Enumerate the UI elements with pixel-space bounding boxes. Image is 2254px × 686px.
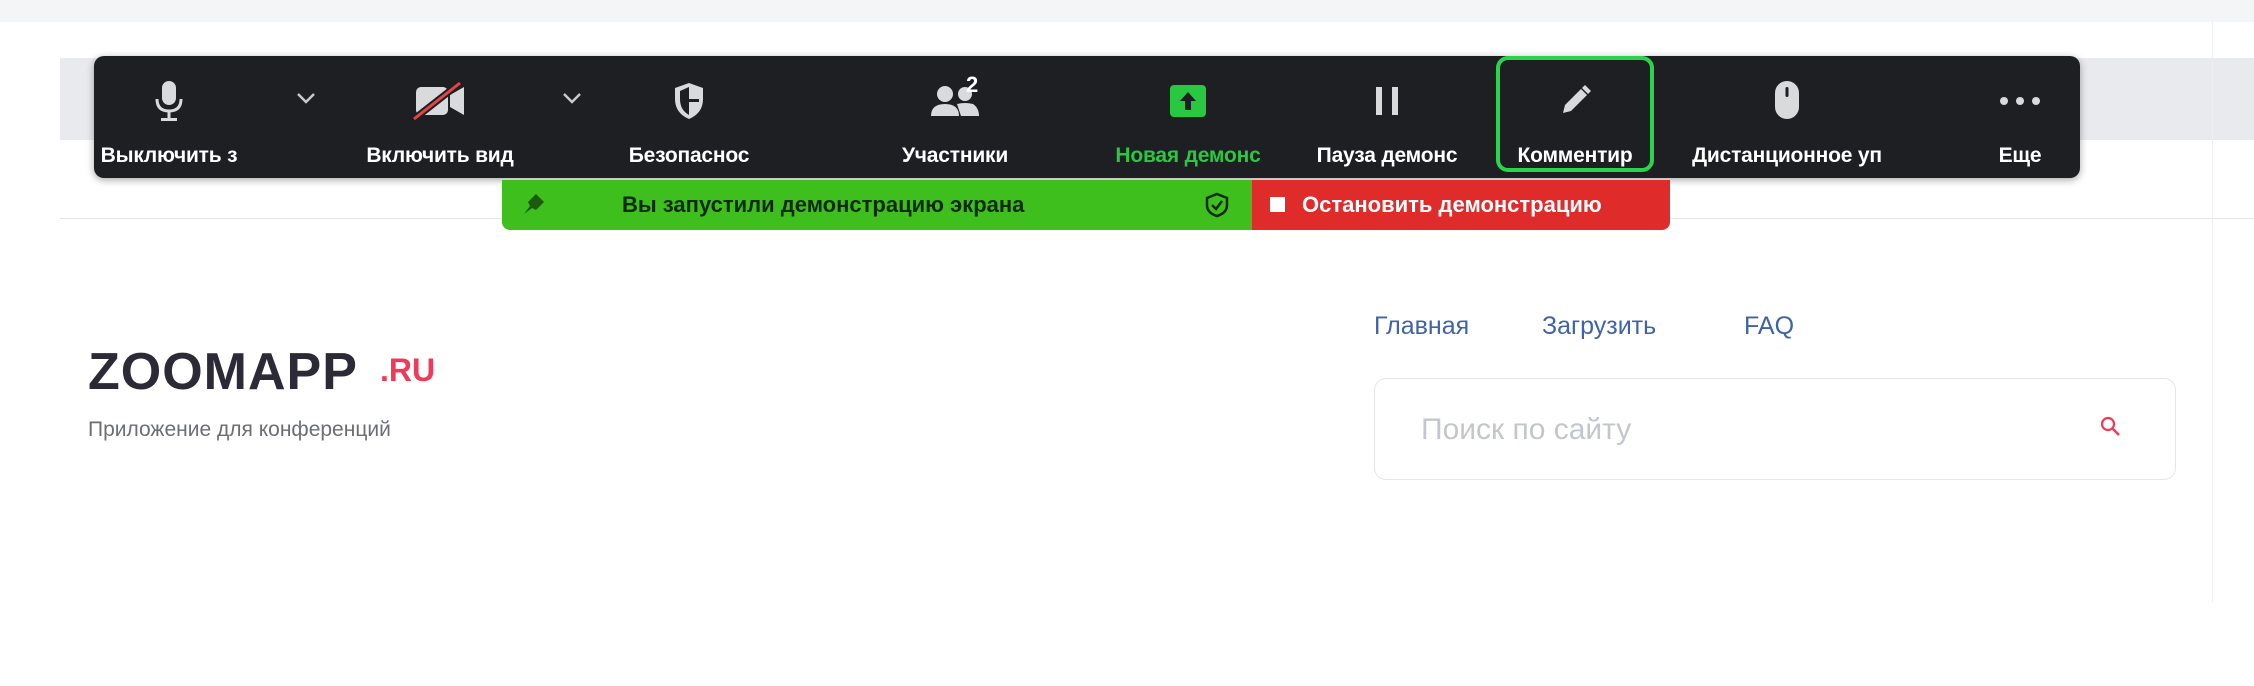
search-icon[interactable] <box>2099 415 2123 444</box>
mouse-icon <box>1668 76 1906 126</box>
pause-icon <box>1294 76 1480 126</box>
site-tagline: Приложение для конференций <box>88 418 391 441</box>
start-video-button[interactable]: Включить вид <box>340 56 540 178</box>
video-off-icon <box>340 76 540 126</box>
mute-button[interactable]: Выключить з <box>94 56 244 178</box>
pause-share-button[interactable]: Пауза демонс <box>1294 56 1480 178</box>
zoom-meeting-toolbar: Выключить з Включить вид Безопаснос 2 Уч… <box>94 56 2080 178</box>
more-icon <box>1970 76 2070 126</box>
stop-share-label: Остановить демонстрацию <box>1302 192 1602 217</box>
share-screen-icon <box>1090 76 1286 126</box>
annotate-button[interactable]: Комментир <box>1498 56 1652 178</box>
pin-icon <box>520 192 546 223</box>
participants-icon <box>840 76 1070 126</box>
participants-button[interactable]: 2 Участники <box>840 56 1070 178</box>
stop-square-icon <box>1270 197 1285 212</box>
search-input[interactable] <box>1419 409 2063 451</box>
more-button-label: Еще <box>1998 144 2042 167</box>
shield-check-icon <box>1204 192 1230 223</box>
annotate-button-label: Комментир <box>1517 144 1633 167</box>
sharing-status-text: Вы запустили демонстрацию экрана <box>622 192 1025 217</box>
microphone-icon <box>94 76 244 126</box>
nav-link-home[interactable]: Главная <box>1374 312 1469 341</box>
participants-count-badge: 2 <box>966 72 979 97</box>
participants-button-label: Участники <box>901 144 1009 167</box>
site-logo[interactable]: ZOOMAPP <box>88 342 358 402</box>
new-share-button[interactable]: Новая демонс <box>1090 56 1286 178</box>
site-logo-suffix: .RU <box>380 352 436 388</box>
pencil-icon <box>1498 76 1652 126</box>
pause-share-button-label: Пауза демонс <box>1316 144 1458 167</box>
new-share-button-label: Новая демонс <box>1115 144 1261 167</box>
remote-control-button-label: Дистанционное уп <box>1692 144 1882 167</box>
stop-share-button[interactable]: Остановить демонстрацию <box>1252 180 1670 230</box>
start-video-button-label: Включить вид <box>366 144 514 167</box>
nav-link-faq[interactable]: FAQ <box>1744 312 1794 341</box>
shield-icon <box>604 76 774 126</box>
security-button-label: Безопаснос <box>628 144 750 167</box>
audio-options-chevron-down-icon[interactable] <box>294 86 318 110</box>
security-button[interactable]: Безопаснос <box>604 56 774 178</box>
top-background <box>0 0 2254 22</box>
video-options-chevron-down-icon[interactable] <box>560 86 584 110</box>
search-box <box>1374 378 2176 480</box>
more-button[interactable]: Еще <box>1970 56 2070 178</box>
sharing-status-banner[interactable]: Вы запустили демонстрацию экрана <box>502 180 1252 230</box>
scrollbar-track <box>2212 22 2213 602</box>
remote-control-button[interactable]: Дистанционное уп <box>1668 56 1906 178</box>
mute-button-label: Выключить з <box>100 144 238 167</box>
nav-link-download[interactable]: Загрузить <box>1542 312 1656 341</box>
